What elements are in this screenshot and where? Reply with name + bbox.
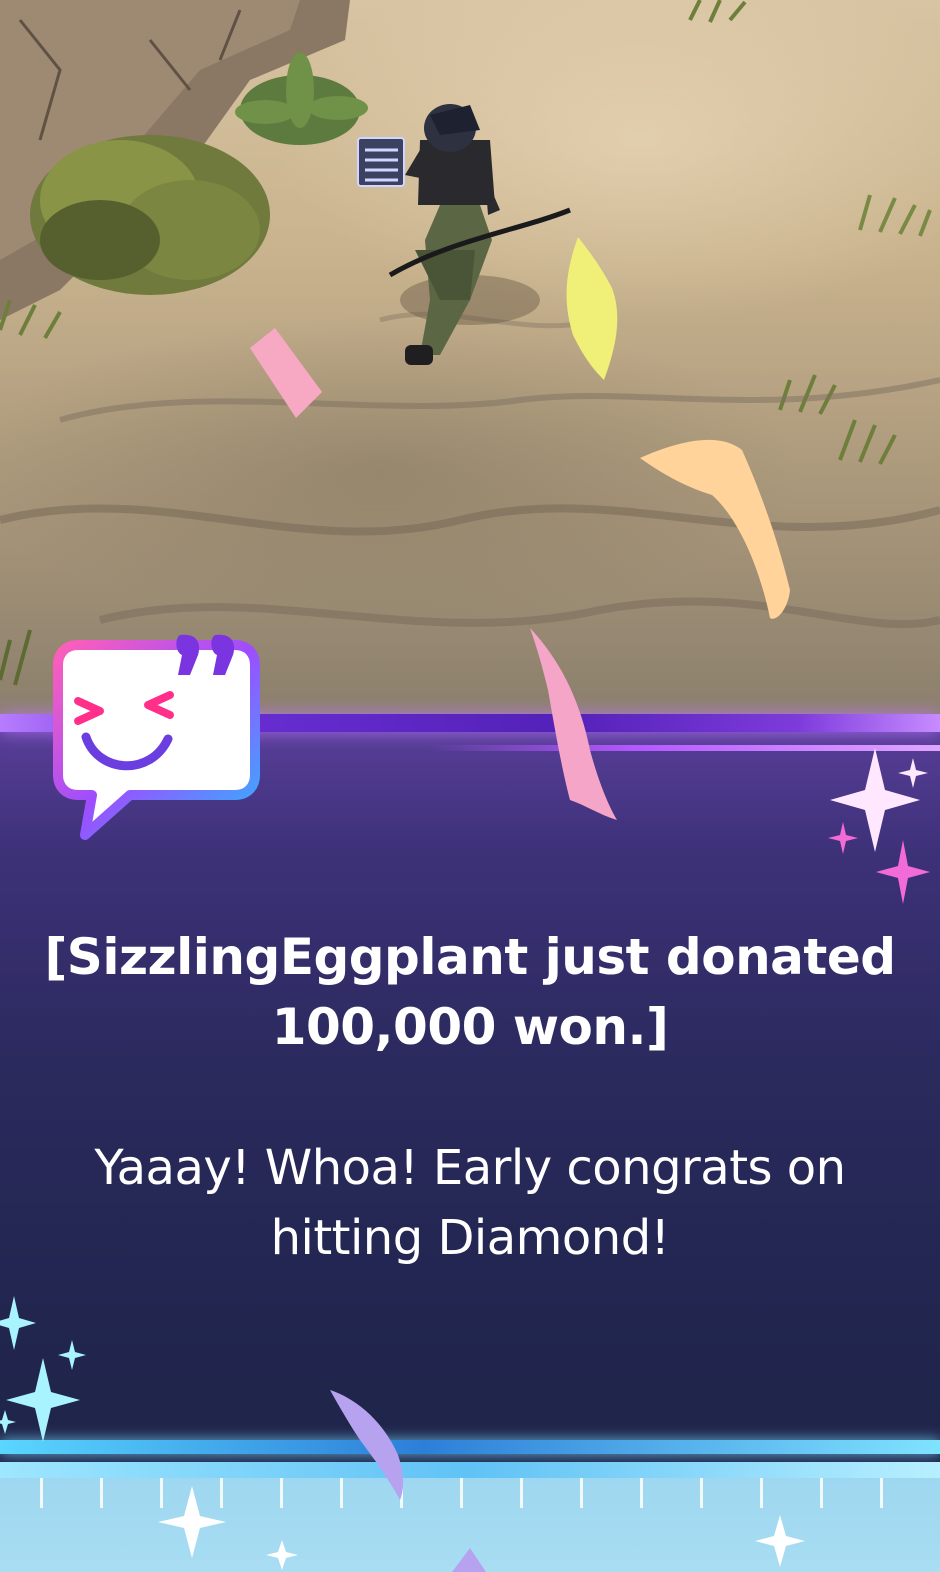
message-line-2: hitting Diamond! (270, 1210, 670, 1266)
donation-announcement: [SizzlingEggplant just donated 100,000 w… (40, 922, 900, 1062)
desert-background (0, 0, 940, 720)
donation-message: Yaaay! Whoa! Early congrats on hitting D… (40, 1133, 900, 1273)
message-line-1: Yaaay! Whoa! Early congrats on (94, 1140, 846, 1196)
smiling-speech-bubble-icon (53, 634, 260, 840)
panel-bottom-border (0, 1440, 940, 1454)
panel-top-glow-line (430, 745, 940, 751)
status-window (357, 137, 405, 187)
donation-line-2: 100,000 won.] (271, 998, 669, 1056)
panel-bottom-border-secondary (0, 1462, 940, 1478)
desert-illustration (0, 0, 940, 686)
footer-strip (0, 1478, 940, 1572)
donation-line-1: [SizzlingEggplant just donated (44, 928, 896, 986)
webtoon-panel: [SizzlingEggplant just donated 100,000 w… (0, 0, 940, 1572)
